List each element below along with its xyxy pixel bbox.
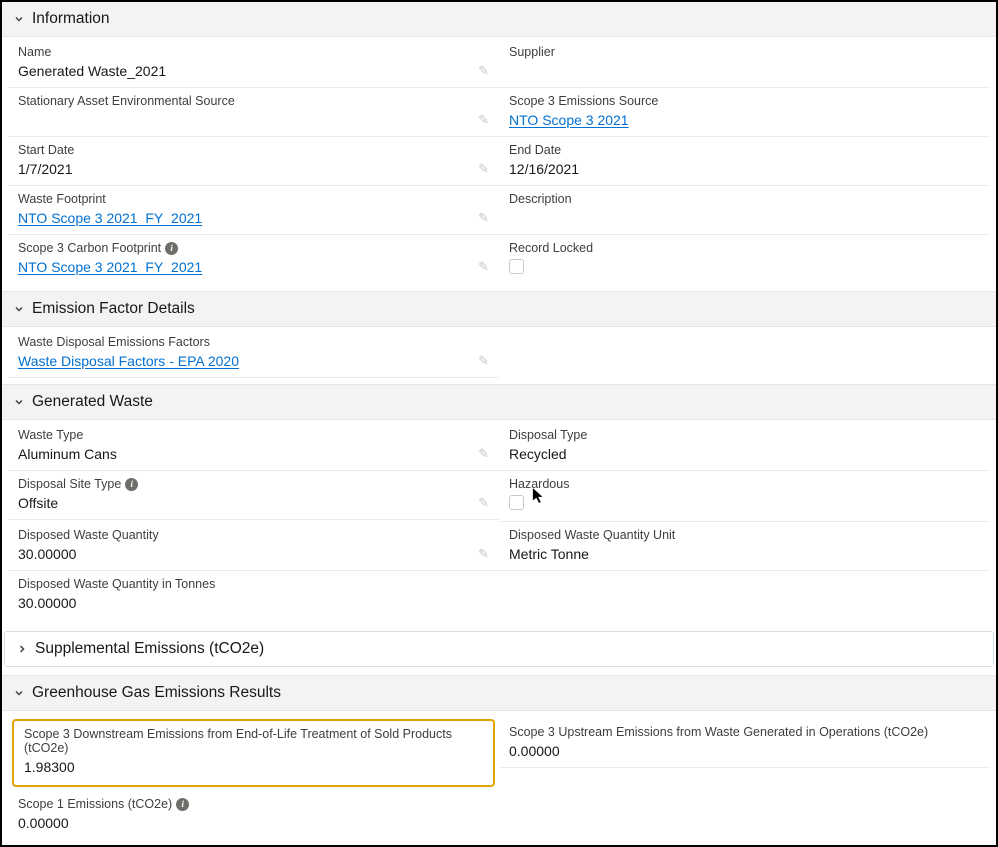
field-value xyxy=(509,61,980,81)
field-description[interactable]: Description xyxy=(499,186,990,235)
field-label: Scope 3 Emissions Source xyxy=(509,94,980,108)
field-disposed-quantity[interactable]: Disposed Waste Quantity 30.00000 ✎ xyxy=(8,522,499,571)
section-supplemental-emissions: Supplemental Emissions (tCO2e) xyxy=(4,631,994,667)
field-value: Metric Tonne xyxy=(509,544,980,564)
field-scope3-source[interactable]: Scope 3 Emissions Source NTO Scope 3 202… xyxy=(499,88,990,137)
section-body-generated-waste: Waste Type Aluminum Cans ✎ Disposal Type… xyxy=(2,420,996,625)
field-value xyxy=(18,110,489,130)
section-title: Greenhouse Gas Emissions Results xyxy=(32,684,281,702)
field-value-link[interactable]: NTO Scope 3 2021_FY_2021 xyxy=(18,208,489,228)
section-body-emission-factor-details: Waste Disposal Emissions Factors Waste D… xyxy=(2,327,996,384)
section-body-ghg-results: Scope 3 Downstream Emissions from End-of… xyxy=(2,711,996,845)
field-disposed-quantity-unit[interactable]: Disposed Waste Quantity Unit Metric Tonn… xyxy=(499,522,990,571)
field-value: 1/7/2021 xyxy=(18,159,489,179)
field-label: Scope 3 Upstream Emissions from Waste Ge… xyxy=(509,725,980,739)
field-hazardous[interactable]: Hazardous xyxy=(499,471,990,522)
field-label: Scope 1 Emissions (tCO2e) i xyxy=(18,797,489,811)
field-value-link[interactable]: NTO Scope 3 2021_FY_2021 xyxy=(18,257,489,277)
chevron-down-icon xyxy=(12,686,26,700)
info-icon[interactable]: i xyxy=(125,478,138,491)
field-label: Scope 3 Downstream Emissions from End-of… xyxy=(24,727,483,755)
chevron-right-icon xyxy=(15,642,29,656)
field-disposal-type[interactable]: Disposal Type Recycled xyxy=(499,422,990,471)
info-icon[interactable]: i xyxy=(165,242,178,255)
section-title: Generated Waste xyxy=(32,393,153,411)
field-value: Recycled xyxy=(509,444,980,464)
chevron-down-icon xyxy=(12,302,26,316)
field-value: Offsite xyxy=(18,493,489,513)
section-body-information: Name Generated Waste_2021 ✎ Supplier Sta… xyxy=(2,37,996,291)
field-value xyxy=(509,493,980,515)
field-value: 30.00000 xyxy=(18,544,489,564)
field-value: 12/16/2021 xyxy=(509,159,980,179)
field-label: Disposed Waste Quantity Unit xyxy=(509,528,980,542)
chevron-down-icon xyxy=(12,12,26,26)
field-value-link[interactable]: Waste Disposal Factors - EPA 2020 xyxy=(18,351,489,371)
chevron-down-icon xyxy=(12,395,26,409)
field-scope3-upstream: Scope 3 Upstream Emissions from Waste Ge… xyxy=(499,719,990,768)
highlighted-field: Scope 3 Downstream Emissions from End-of… xyxy=(12,719,495,787)
section-title: Information xyxy=(32,10,110,28)
field-supplier[interactable]: Supplier xyxy=(499,39,990,88)
field-value: 1.98300 xyxy=(24,757,483,777)
field-label: Waste Disposal Emissions Factors xyxy=(18,335,489,349)
field-label: Name xyxy=(18,45,489,59)
section-header-emission-factor-details[interactable]: Emission Factor Details xyxy=(2,291,996,327)
field-label: Description xyxy=(509,192,980,206)
field-label: Disposed Waste Quantity xyxy=(18,528,489,542)
field-start-date[interactable]: Start Date 1/7/2021 ✎ xyxy=(8,137,499,186)
field-waste-type[interactable]: Waste Type Aluminum Cans ✎ xyxy=(8,422,499,471)
field-label: End Date xyxy=(509,143,980,157)
section-header-ghg-results[interactable]: Greenhouse Gas Emissions Results xyxy=(2,675,996,711)
field-value: 0.00000 xyxy=(509,741,980,761)
field-label: Disposal Type xyxy=(509,428,980,442)
field-label: Start Date xyxy=(18,143,489,157)
field-stationary-asset[interactable]: Stationary Asset Environmental Source ✎ xyxy=(8,88,499,137)
checkbox-hazardous[interactable] xyxy=(509,495,524,510)
field-value: 30.00000 xyxy=(18,593,489,613)
section-header-generated-waste[interactable]: Generated Waste xyxy=(2,384,996,420)
field-label: Stationary Asset Environmental Source xyxy=(18,94,489,108)
field-waste-footprint[interactable]: Waste Footprint NTO Scope 3 2021_FY_2021… xyxy=(8,186,499,235)
section-title: Emission Factor Details xyxy=(32,300,195,318)
field-label: Scope 3 Carbon Footprint i xyxy=(18,241,489,255)
field-scope1-emissions: Scope 1 Emissions (tCO2e) i 0.00000 xyxy=(8,791,499,839)
field-value: 0.00000 xyxy=(18,813,489,833)
field-scope3-carbon-footprint[interactable]: Scope 3 Carbon Footprint i NTO Scope 3 2… xyxy=(8,235,499,283)
section-header-supplemental-emissions[interactable]: Supplemental Emissions (tCO2e) xyxy=(5,632,993,666)
field-value: Generated Waste_2021 xyxy=(18,61,489,81)
field-record-locked[interactable]: Record Locked xyxy=(499,235,990,285)
field-waste-disposal-factors[interactable]: Waste Disposal Emissions Factors Waste D… xyxy=(8,329,499,378)
record-detail-panel: Information Name Generated Waste_2021 ✎ … xyxy=(0,0,998,847)
field-scope3-downstream: Scope 3 Downstream Emissions from End-of… xyxy=(22,725,485,779)
field-label: Disposal Site Type i xyxy=(18,477,489,491)
field-label: Record Locked xyxy=(509,241,980,255)
field-name[interactable]: Name Generated Waste_2021 ✎ xyxy=(8,39,499,88)
field-value xyxy=(509,208,980,228)
checkbox-record-locked[interactable] xyxy=(509,259,524,274)
section-title: Supplemental Emissions (tCO2e) xyxy=(35,640,264,658)
field-disposal-site-type[interactable]: Disposal Site Type i Offsite ✎ xyxy=(8,471,499,520)
field-value-link[interactable]: NTO Scope 3 2021 xyxy=(509,110,980,130)
field-end-date[interactable]: End Date 12/16/2021 xyxy=(499,137,990,186)
field-disposed-quantity-tonnes[interactable]: Disposed Waste Quantity in Tonnes 30.000… xyxy=(8,571,499,619)
field-label: Waste Type xyxy=(18,428,489,442)
field-label: Disposed Waste Quantity in Tonnes xyxy=(18,577,489,591)
field-label: Hazardous xyxy=(509,477,980,491)
field-value: Aluminum Cans xyxy=(18,444,489,464)
info-icon[interactable]: i xyxy=(176,798,189,811)
section-header-information[interactable]: Information xyxy=(2,2,996,37)
field-value xyxy=(509,257,980,279)
field-label: Waste Footprint xyxy=(18,192,489,206)
field-label: Supplier xyxy=(509,45,980,59)
